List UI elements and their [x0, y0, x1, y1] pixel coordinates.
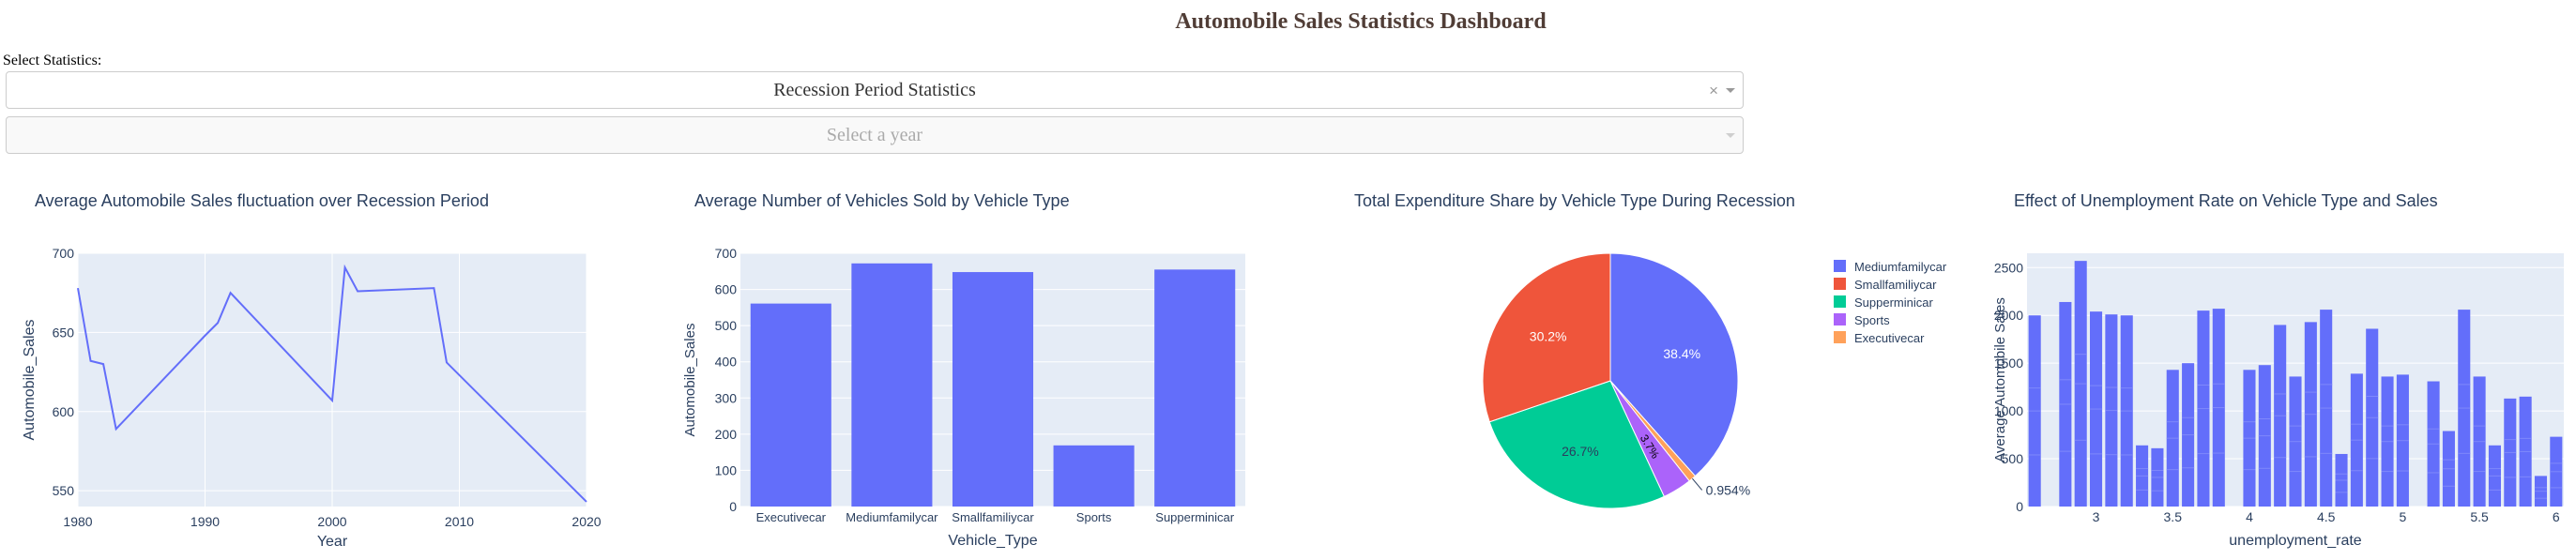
x-tick-label: 2000	[317, 514, 346, 529]
chart-title: Total Expenditure Share by Vehicle Type …	[1354, 191, 1795, 210]
bar	[851, 263, 933, 507]
legend-label: Sports	[1854, 313, 1890, 327]
pie-data-label: 30.2%	[1530, 328, 1567, 343]
x-tick-label: 4.5	[2317, 509, 2336, 524]
y-tick-label: 100	[715, 462, 738, 477]
bar	[952, 272, 1034, 507]
x-tick-label: Executivecar	[756, 510, 827, 524]
legend-swatch	[1834, 313, 1846, 325]
x-tick-label: 1990	[191, 514, 220, 529]
y-tick-label: 2500	[1994, 260, 2023, 275]
y-tick-label: 500	[715, 318, 738, 333]
pie-data-label: 26.7%	[1562, 444, 1599, 459]
x-axis-label: Year	[317, 534, 348, 550]
pie-data-label: 0.954%	[1706, 482, 1750, 497]
chart-title: Average Number of Vehicles Sold by Vehic…	[694, 191, 1070, 210]
y-tick-label: 400	[715, 355, 738, 370]
y-tick-label: 700	[53, 246, 75, 261]
y-tick-label: 550	[53, 483, 75, 498]
legend-swatch	[1834, 278, 1846, 290]
pie-data-label: 38.4%	[1663, 346, 1700, 361]
pie-label-leader	[1691, 477, 1703, 491]
y-tick-label: 300	[715, 390, 738, 405]
y-tick-label: 600	[715, 282, 738, 297]
x-tick-label: Sports	[1076, 510, 1112, 524]
x-tick-label: 5	[2400, 509, 2407, 524]
bar	[1154, 269, 1236, 507]
x-tick-label: Smallfamiliycar	[952, 510, 1034, 524]
x-tick-label: 2010	[445, 514, 474, 529]
x-axis-label: Vehicle_Type	[948, 533, 1037, 549]
y-tick-label: 0	[2016, 499, 2023, 514]
y-axis-label: Automobile_Sales	[22, 320, 38, 441]
x-tick-label: 3.5	[2164, 509, 2183, 524]
legend-label: Mediumfamilycar	[1854, 260, 1947, 274]
x-tick-label: Mediumfamilycar	[846, 510, 938, 524]
x-tick-label: 3	[2093, 509, 2100, 524]
legend-label: Supperminicar	[1854, 295, 1933, 310]
x-tick-label: 2020	[572, 514, 601, 529]
y-tick-label: 700	[715, 246, 738, 261]
bar	[750, 303, 831, 507]
y-axis-label: Automobile_Sales	[682, 324, 698, 437]
x-tick-label: 1980	[63, 514, 92, 529]
y-tick-label: 600	[53, 404, 75, 419]
legend-label: Smallfamiliycar	[1854, 278, 1937, 292]
x-tick-label: 5.5	[2470, 509, 2489, 524]
legend-label: Executivecar	[1854, 331, 1925, 345]
bar	[1053, 445, 1135, 507]
charts-canvas: Average Automobile Sales fluctuation ove…	[22, 191, 2564, 550]
chart-title: Average Automobile Sales fluctuation ove…	[35, 191, 489, 210]
legend-swatch	[1834, 331, 1846, 343]
x-tick-label: 6	[2553, 509, 2560, 524]
legend-swatch	[1834, 260, 1846, 272]
y-tick-label: 0	[729, 499, 737, 514]
x-tick-label: 4	[2246, 509, 2253, 524]
x-tick-label: Supperminicar	[1155, 510, 1234, 524]
y-axis-label: Average Automobile Sales	[1992, 297, 2008, 462]
chart-title: Effect of Unemployment Rate on Vehicle T…	[2014, 191, 2438, 210]
x-axis-label: unemployment_rate	[2229, 533, 2362, 549]
legend-swatch	[1834, 295, 1846, 308]
y-tick-label: 650	[53, 325, 75, 340]
y-tick-label: 200	[715, 427, 738, 442]
